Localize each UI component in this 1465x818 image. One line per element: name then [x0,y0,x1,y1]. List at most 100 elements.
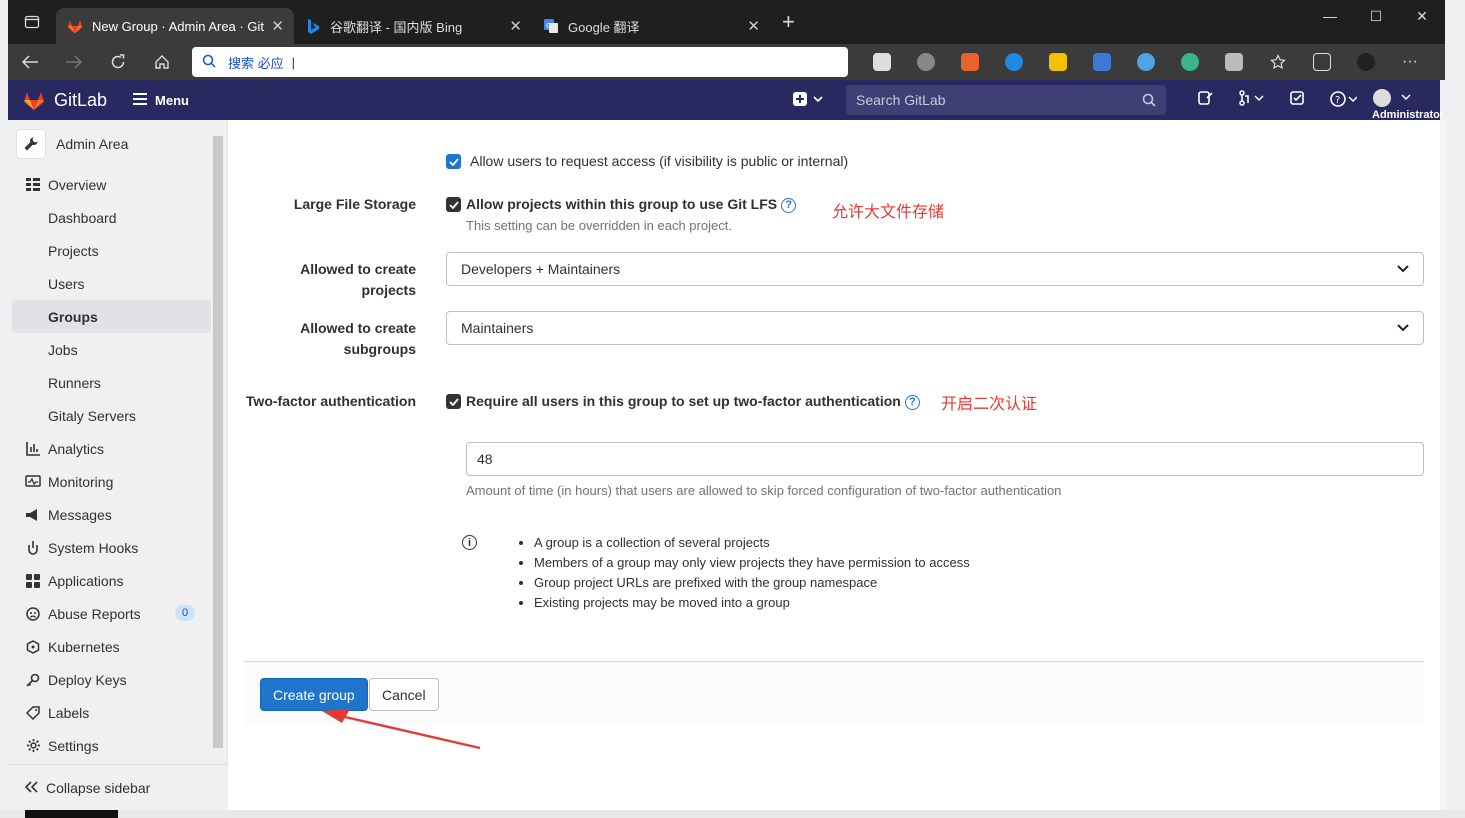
lfs-checkbox-text: Allow projects within this group to use … [466,196,778,212]
sidebar-item-monitoring[interactable]: Monitoring [8,465,207,498]
sidebar-header[interactable]: Admin Area [8,120,227,168]
settings-icon [24,738,42,753]
sidebar-item-labels[interactable]: Labels [8,696,207,729]
sidebar-item-dashboard[interactable]: Dashboard [8,201,207,234]
select-value: Developers + Maintainers [461,261,621,277]
extension-7-icon[interactable] [1124,44,1168,80]
list-item: Existing projects may be moved into a gr… [534,593,970,613]
close-window-icon[interactable]: ✕ [1399,0,1445,32]
brand-name: GitLab [54,89,108,110]
two-factor-annotation: 开启二次认证 [941,396,1038,413]
forward-icon[interactable] [52,44,96,80]
more-options-icon[interactable]: ··· [1388,44,1432,80]
question-icon[interactable]: ? [781,197,797,213]
collections-icon[interactable] [1300,44,1344,80]
sidebar-item-label: Jobs [48,341,78,358]
user-menu[interactable]: Administrator [1372,88,1442,121]
extension-6-icon[interactable] [1080,44,1124,80]
lfs-checkbox[interactable] [446,197,461,212]
sidebar-scrollbar[interactable] [213,136,223,748]
overview-icon [24,177,42,192]
applications-icon [24,573,42,588]
extension-2-icon[interactable] [904,44,948,80]
minimize-icon[interactable]: — [1307,0,1353,32]
maximize-icon[interactable]: ☐ [1353,0,1399,32]
sidebar-item-applications[interactable]: Applications [8,564,207,597]
address-bar[interactable]: 搜索 必应 | [192,47,848,77]
sidebar-item-messages[interactable]: Messages [8,498,207,531]
page-scrollbar[interactable] [1440,120,1445,810]
new-dropdown[interactable] [793,92,823,106]
browser-tab-gitlab[interactable]: New Group · Admin Area · GitLab ✕ [56,8,294,44]
browser-tab-bar: New Group · Admin Area · GitLab ✕ 谷歌翻译 -… [8,0,1445,44]
browser-tab-bing[interactable]: 谷歌翻译 - 国内版 Bing ✕ [294,8,532,44]
sidebar-item-label: Projects [48,242,99,259]
monitoring-icon [24,474,42,489]
list-item: Group project URLs are prefixed with the… [534,573,970,593]
request-access-checkbox[interactable] [446,154,461,169]
sidebar-item-projects[interactable]: Projects [8,234,207,267]
issues-icon[interactable] [1182,90,1228,108]
sidebar-item-label: Abuse Reports [48,605,141,622]
sidebar-item-settings[interactable]: Settings [8,729,207,762]
close-tab-icon[interactable]: ✕ [509,17,522,35]
analytics-icon [24,441,42,456]
search-placeholder: Search GitLab [856,92,946,108]
sidebar-item-label: Kubernetes [48,638,120,655]
back-icon[interactable] [8,44,52,80]
merge-requests-icon[interactable] [1228,90,1274,108]
sidebar-item-label: Overview [48,176,107,193]
two-factor-label: Two-factor authentication [245,393,416,409]
create-projects-label: Allowed to create projects [300,261,416,298]
sidebar-item-runners[interactable]: Runners [8,366,207,399]
extension-1-icon[interactable] [860,44,904,80]
sidebar-item-kubernetes[interactable]: Kubernetes [8,630,207,663]
sidebar-item-jobs[interactable]: Jobs [8,333,207,366]
refresh-icon[interactable] [96,44,140,80]
two-factor-checkbox-label: Require all users in this group to set u… [466,393,920,410]
extension-4-icon[interactable] [992,44,1036,80]
sidebar-title: Admin Area [56,136,129,152]
extension-5-icon[interactable] [1036,44,1080,80]
home-icon[interactable] [140,44,184,80]
close-tab-icon[interactable]: ✕ [271,17,284,35]
sidebar-item-label: Labels [48,704,90,721]
grace-period-input[interactable]: 48 [466,442,1424,476]
sidebar-item-label: System Hooks [48,539,139,556]
menu-button[interactable]: Menu [133,92,189,108]
collapse-label: Collapse sidebar [46,779,151,796]
extension-3-icon[interactable] [948,44,992,80]
hamburger-icon [133,92,148,108]
sidebar-item-users[interactable]: Users [8,267,207,300]
sidebar-item-system-hooks[interactable]: System Hooks [8,531,207,564]
search-input[interactable]: Search GitLab [846,85,1166,115]
sidebar-item-overview[interactable]: Overview [8,168,207,201]
sidebar-item-gitaly-servers[interactable]: Gitaly Servers [8,399,207,432]
extensions-icon[interactable] [1212,44,1256,80]
create-projects-select[interactable]: Developers + Maintainers [446,252,1424,286]
help-icon[interactable]: ? [1320,90,1366,108]
two-factor-checkbox[interactable] [446,394,461,409]
sidebar-item-groups[interactable]: Groups [12,300,211,333]
gitlab-logo[interactable]: GitLab [22,89,107,111]
tab-actions-icon[interactable] [8,0,56,44]
gitlab-logo-icon [24,92,44,110]
create-subgroups-select[interactable]: Maintainers [446,311,1424,345]
sidebar-item-analytics[interactable]: Analytics [8,432,207,465]
question-icon[interactable]: ? [904,394,920,410]
sidebar-item-abuse-reports[interactable]: Abuse Reports 0 [8,597,207,630]
collapse-sidebar-button[interactable]: Collapse sidebar [8,764,228,810]
favorites-icon[interactable] [1256,44,1300,80]
new-tab-icon[interactable]: + [782,9,795,35]
svg-text:G: G [546,22,551,30]
browser-tab-google-translate[interactable]: G Google 翻译 ✕ [532,8,770,44]
close-tab-icon[interactable]: ✕ [747,17,760,35]
sidebar-item-deploy-keys[interactable]: Deploy Keys [8,663,207,696]
lfs-label: Large File Storage [293,196,416,212]
extension-8-icon[interactable] [1168,44,1212,80]
todo-icon[interactable] [1274,90,1320,108]
search-icon [202,54,216,71]
profile-avatar-icon[interactable] [1344,44,1388,80]
menu-label: Menu [155,92,189,108]
double-chevron-left-icon [24,780,38,796]
